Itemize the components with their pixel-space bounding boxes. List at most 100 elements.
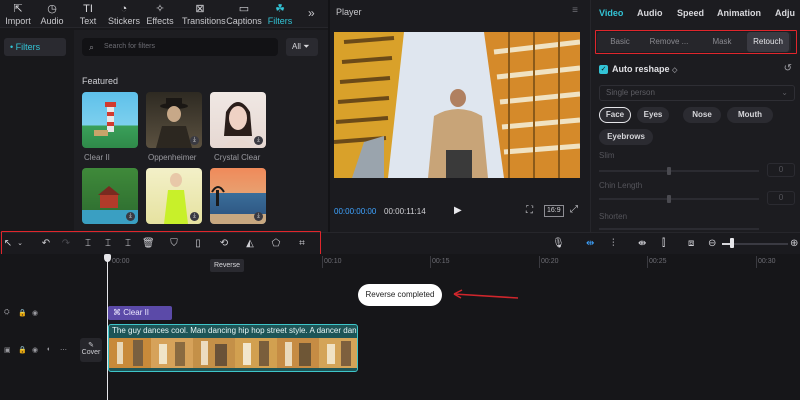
tick-mark (430, 256, 431, 268)
annotation-arrow (453, 289, 519, 299)
effect-clip[interactable]: ⌘ Clear II (108, 306, 172, 320)
playhead[interactable] (107, 256, 108, 400)
video-track-icon: ▣ (4, 347, 11, 354)
tab-adjust[interactable]: Adju (775, 8, 795, 18)
zoom-in-icon[interactable]: ⊕ (790, 237, 798, 251)
sidebar-item-filters[interactable]: • Filters (4, 38, 66, 56)
shorten-label: Shorten (599, 212, 628, 221)
nav-tab-captions[interactable]: ▭ Captions (226, 0, 262, 28)
preview-axis-icon[interactable]: ⫿ (662, 237, 665, 251)
tab-speed[interactable]: Speed (677, 8, 704, 18)
filter-thumb-crystal-clear[interactable]: ⤓ (210, 92, 266, 148)
chin-length-slider-handle[interactable] (667, 195, 671, 203)
tab-animation[interactable]: Animation (717, 8, 761, 18)
download-icon[interactable]: ⤓ (254, 136, 263, 145)
video-clip[interactable]: The guy dances cool. Man dancing hip hop… (108, 324, 358, 372)
lock-icon[interactable]: 🔒 (18, 346, 27, 354)
filter-thumb-sunset[interactable]: ⤓ (210, 168, 266, 224)
chin-length-label: Chin Length (599, 181, 643, 190)
nav-tab-text[interactable]: TI Text (70, 0, 106, 28)
reverse-completed-toast: Reverse completed (358, 284, 442, 306)
tick-0: 00:00 (112, 258, 130, 265)
top-nav: ⇱ Import ◷ Audio TI Text ◔ Stickers ✧ Effects… (0, 0, 328, 28)
slim-slider[interactable] (599, 170, 759, 172)
video-filmstrip (109, 338, 357, 368)
search-icon: ⌕ (89, 42, 95, 52)
import-icon: ⇱ (13, 3, 23, 15)
cover-button[interactable]: ✎ Cover (80, 338, 102, 362)
nav-tab-filters[interactable]: ☘ Filters (262, 0, 298, 28)
reset-icon[interactable]: ↺ (784, 63, 792, 74)
chin-length-value[interactable]: 0 (767, 191, 795, 205)
menu-icon[interactable]: ≡ (572, 5, 578, 16)
eye-icon[interactable]: ◉ (32, 309, 38, 317)
filter-thumb-cabin[interactable]: ⤓ (82, 168, 138, 224)
microphone-icon[interactable]: 🎙 (552, 237, 565, 251)
filters-content: ⌕ Search for filters All ⏷ Featured ⤓ ⤓ C… (74, 30, 328, 232)
slim-value[interactable]: 0 (767, 163, 795, 177)
person-select[interactable]: Single person ⌄ (599, 85, 795, 101)
nav-tab-audio[interactable]: ◷ Audio (34, 0, 70, 28)
audio-icon[interactable]: ◖ (46, 346, 50, 353)
download-icon[interactable]: ⤓ (126, 212, 135, 221)
current-time: 00:00:00:00 (334, 207, 377, 216)
download-icon[interactable]: ⤓ (190, 136, 199, 145)
filters-sidebar: • Filters (0, 30, 72, 232)
filter-thumb-clear-ii[interactable] (82, 92, 138, 148)
face-part-eyes[interactable]: Eyes (637, 107, 669, 123)
reverse-tooltip: Reverse (210, 259, 244, 272)
fullscreen-icon[interactable]: ⤢ (570, 204, 578, 215)
zoom-out-icon[interactable]: ⊖ (708, 237, 716, 251)
nav-tab-transitions[interactable]: ⊠ Transitions (182, 0, 226, 28)
text-icon: TI (83, 3, 93, 15)
audio-icon: ◷ (47, 3, 57, 15)
download-icon[interactable]: ⤓ (254, 212, 263, 221)
filter-thumb-oppenheimer[interactable]: ⤓ (146, 92, 202, 148)
main-track-magnet-icon[interactable]: ⇹ (586, 237, 594, 251)
eye-icon[interactable]: ◉ (32, 346, 38, 354)
fit-view-icon[interactable]: ⛶ (526, 205, 533, 216)
face-part-mouth[interactable]: Mouth (727, 107, 773, 123)
playhead-handle[interactable] (104, 254, 111, 262)
face-part-eyebrows[interactable]: Eyebrows (599, 129, 653, 145)
search-input[interactable]: ⌕ Search for filters (82, 38, 278, 56)
tick-4: 00:25 (649, 258, 667, 265)
filter-label-crystal-clear: Crystal Clear (214, 153, 261, 162)
face-part-nose[interactable]: Nose (683, 107, 721, 123)
video-preview[interactable] (334, 32, 580, 178)
aspect-ratio-button[interactable]: 16:9 (544, 205, 564, 217)
auto-reshape-checkbox[interactable]: ✓ (599, 65, 608, 74)
lock-icon[interactable]: 🔒 (18, 309, 27, 317)
lighthouse-image (94, 102, 116, 136)
nav-tab-import[interactable]: ⇱ Import (0, 0, 36, 28)
auto-snap-icon[interactable]: ⫶ (612, 237, 615, 251)
slim-label: Slim (599, 151, 615, 160)
tab-video[interactable]: Video (599, 8, 623, 18)
shorten-slider[interactable] (599, 228, 759, 230)
featured-heading: Featured (82, 76, 119, 86)
effects-icon: ✧ (155, 3, 165, 15)
more-tabs-chevron-icon[interactable]: » (308, 6, 315, 20)
nav-tab-stickers[interactable]: ◔ Stickers (106, 0, 142, 28)
effect-track-icon: ⛭ (4, 309, 10, 316)
more-icon[interactable]: ⋯ (60, 346, 67, 354)
tab-audio[interactable]: Audio (637, 8, 663, 18)
nav-tab-effects[interactable]: ✧ Effects (142, 0, 178, 28)
all-filter-dropdown[interactable]: All ⏷ (286, 38, 318, 56)
filters-icon: ☘ (275, 3, 285, 15)
filter-thumb-neon[interactable]: ⤓ (146, 168, 202, 224)
slim-slider-handle[interactable] (667, 167, 671, 175)
tick-3: 00:20 (541, 258, 559, 265)
chin-length-slider[interactable] (599, 198, 759, 200)
tick-mark (647, 256, 648, 268)
zoom-slider-handle[interactable] (730, 238, 734, 248)
filter-label-oppenheimer: Oppenheimer (148, 153, 197, 162)
face-part-face[interactable]: Face (599, 107, 631, 123)
download-icon[interactable]: ⤓ (190, 212, 199, 221)
video-frame-image (334, 32, 580, 178)
play-icon[interactable]: ▶ (454, 205, 462, 216)
diamond-icon: ◇ (672, 67, 678, 74)
tick-1: 00:10 (324, 258, 342, 265)
screenshot-icon[interactable]: ⧈ (688, 237, 694, 251)
linkage-icon[interactable]: ⇼ (638, 237, 646, 251)
